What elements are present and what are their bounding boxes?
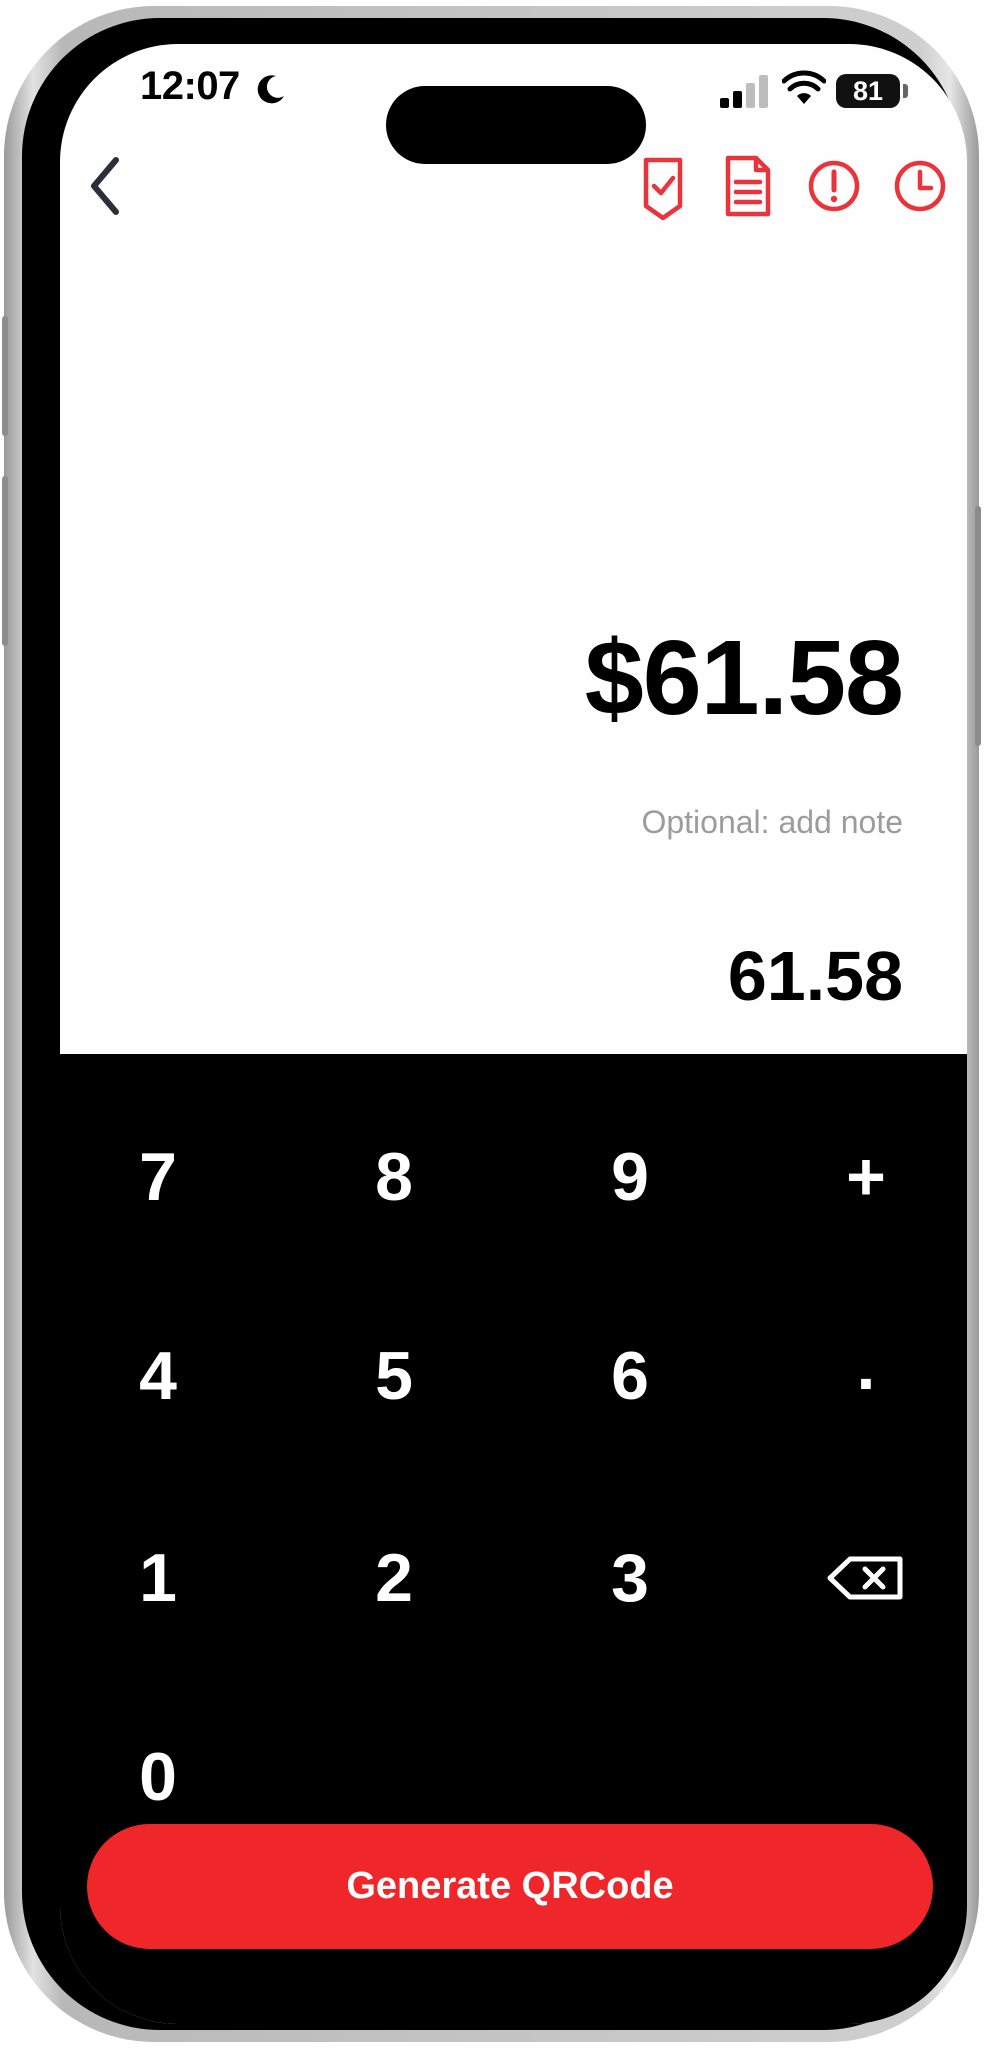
back-chevron-icon[interactable] xyxy=(76,146,136,226)
key-8[interactable]: 8 xyxy=(294,1097,494,1257)
alert-circle-icon[interactable] xyxy=(804,150,864,222)
key-1[interactable]: 1 xyxy=(60,1498,258,1658)
volume-up-button xyxy=(2,476,8,646)
backspace-icon xyxy=(827,1556,903,1600)
moon-icon xyxy=(257,75,284,104)
key-7[interactable]: 7 xyxy=(60,1097,258,1257)
amount-display: $61.58 xyxy=(584,619,904,737)
key-9[interactable]: 9 xyxy=(530,1097,730,1257)
dynamic-island xyxy=(386,86,646,164)
key-5[interactable]: 5 xyxy=(294,1296,494,1456)
key-6[interactable]: 6 xyxy=(530,1296,730,1456)
screen: 12:07 81 $61.58 Optional: add note 61.58… xyxy=(60,44,967,2024)
key-4[interactable]: 4 xyxy=(60,1296,258,1456)
status-time: 12:07 xyxy=(140,64,240,108)
clock-icon[interactable] xyxy=(890,150,950,222)
generate-qrcode-button[interactable]: Generate QRCode xyxy=(87,1824,933,1949)
cellular-signal-icon xyxy=(720,75,768,108)
document-icon[interactable] xyxy=(718,150,778,222)
amount-expression: 61.58 xyxy=(727,937,903,1015)
key-2[interactable]: 2 xyxy=(294,1498,494,1658)
battery-indicator: 81 xyxy=(836,74,900,108)
phone-bezel: 12:07 81 $61.58 Optional: add note 61.58… xyxy=(22,18,967,2030)
key-3[interactable]: 3 xyxy=(530,1498,730,1658)
phone-frame: 12:07 81 $61.58 Optional: add note 61.58… xyxy=(2,6,981,2042)
key-decimal[interactable]: . xyxy=(766,1286,966,1446)
wifi-icon xyxy=(782,70,826,104)
note-input[interactable] xyxy=(483,796,903,848)
key-backspace[interactable] xyxy=(766,1498,966,1658)
receipt-check-icon[interactable] xyxy=(634,150,694,222)
power-button xyxy=(975,506,981,746)
key-plus[interactable]: + xyxy=(766,1097,966,1257)
mute-switch xyxy=(2,316,8,436)
battery-tip xyxy=(903,84,908,98)
